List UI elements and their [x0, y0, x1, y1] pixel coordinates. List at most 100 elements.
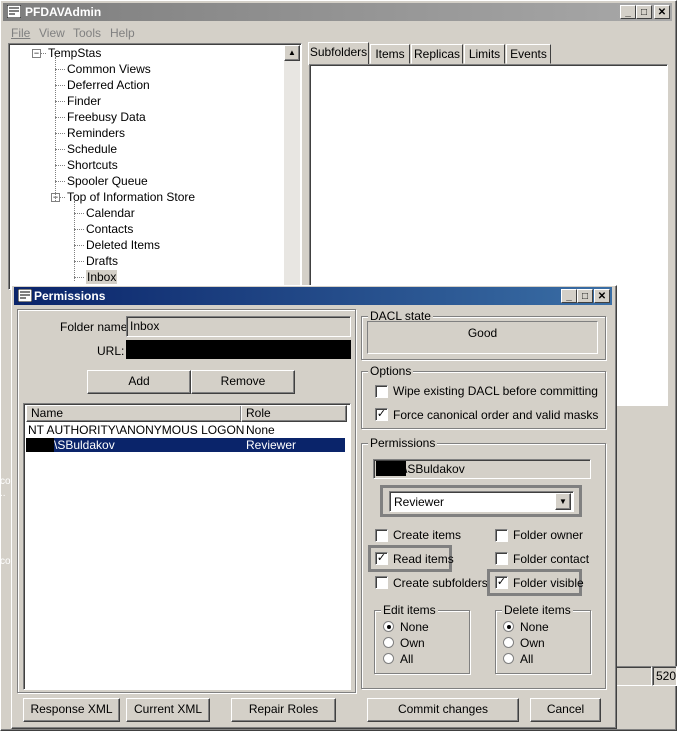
tree-connector: [55, 149, 65, 150]
tree-scrollbar[interactable]: ▲: [284, 45, 300, 288]
dacl-state-value: Good: [467, 326, 498, 340]
tree-connector: [55, 133, 65, 134]
repair-roles-button[interactable]: Repair Roles: [231, 698, 336, 722]
url-redacted: [126, 340, 351, 359]
tree-guide: [55, 57, 56, 201]
current-xml-button[interactable]: Current XML: [126, 698, 210, 722]
menu-tools[interactable]: Tools: [73, 26, 101, 40]
tree-connector: [74, 245, 84, 246]
wipe-dacl-label: Wipe existing DACL before committing: [393, 384, 598, 398]
tree-guide: [74, 201, 75, 281]
commit-changes-button[interactable]: Commit changes: [367, 698, 519, 722]
dacl-state-box: Good: [367, 321, 598, 354]
menu-view[interactable]: View: [39, 26, 65, 40]
list-row[interactable]: NT AUTHORITY\ANONYMOUS LOGON None: [26, 423, 345, 437]
row-name: NT AUTHORITY\ANONYMOUS LOGON: [28, 423, 245, 437]
dialog-icon: [17, 288, 33, 303]
edit-own-radio[interactable]: [383, 637, 394, 648]
folder-contact-label: Folder contact: [513, 552, 590, 566]
list-header-role[interactable]: Role: [241, 405, 347, 422]
tree-item[interactable]: Freebusy Data: [67, 110, 146, 124]
create-items-checkbox[interactable]: [375, 529, 388, 542]
chevron-down-icon[interactable]: ▼: [555, 493, 571, 510]
tree-item[interactable]: Spooler Queue: [67, 174, 148, 188]
row-name: \SBuldakov: [54, 438, 115, 452]
tree-item[interactable]: Deleted Items: [86, 238, 160, 252]
tree-item[interactable]: Deferred Action: [67, 78, 150, 92]
dialog-close-icon[interactable]: ✕: [594, 289, 610, 303]
folder-name-field: Inbox: [126, 316, 351, 337]
tab-items[interactable]: Items: [370, 44, 410, 64]
tree-item[interactable]: Inbox: [86, 270, 118, 284]
delete-own-radio[interactable]: [503, 637, 514, 648]
row-role: None: [246, 423, 275, 437]
permissions-label: Permissions: [368, 436, 438, 450]
tree-connector: [74, 213, 84, 214]
force-canonical-checkbox[interactable]: ✓: [375, 408, 388, 421]
delete-none-radio[interactable]: [503, 621, 514, 632]
desktop-fragment: ..: [0, 488, 6, 499]
menu-help[interactable]: Help: [110, 26, 135, 40]
tree-expander-icon[interactable]: −: [32, 49, 41, 58]
tree-item[interactable]: Calendar: [86, 206, 135, 220]
role-selected-value: Reviewer: [394, 495, 445, 509]
maximize-icon[interactable]: □: [636, 5, 652, 19]
tree-connector: [74, 277, 84, 278]
response-xml-button[interactable]: Response XML: [23, 698, 120, 722]
role-dropdown[interactable]: Reviewer ▼: [389, 491, 574, 512]
menu-file[interactable]: File: [11, 26, 30, 40]
tree-item[interactable]: Drafts: [86, 254, 118, 268]
create-subfolders-label: Create subfolders: [393, 576, 488, 590]
folder-owner-label: Folder owner: [513, 528, 584, 542]
edit-none-label: None: [400, 620, 429, 634]
scroll-up-button[interactable]: ▲: [284, 45, 300, 61]
tab-limits[interactable]: Limits: [464, 44, 505, 64]
permissions-user-field: \SBuldakov: [373, 459, 591, 479]
status-value-box: 520: [652, 666, 677, 686]
minimize-icon[interactable]: _: [620, 5, 636, 19]
tree-item[interactable]: Shortcuts: [67, 158, 118, 172]
folder-visible-label: Folder visible: [513, 576, 584, 590]
wipe-dacl-checkbox[interactable]: [375, 385, 388, 398]
options-label: Options: [368, 364, 414, 378]
main-title-bar: PFDAVAdmin _ □ ✕: [3, 3, 672, 21]
folder-visible-checkbox[interactable]: ✓: [495, 576, 508, 589]
permissions-user-value: \SBuldakov: [404, 462, 465, 476]
main-window-title: PFDAVAdmin: [25, 5, 102, 19]
delete-none-label: None: [520, 620, 549, 634]
edit-items-label: Edit items: [381, 603, 438, 617]
tab-events[interactable]: Events: [506, 44, 551, 64]
tab-replicas[interactable]: Replicas: [411, 44, 463, 64]
tree-item[interactable]: TempStas: [48, 46, 101, 60]
edit-all-radio[interactable]: [383, 653, 394, 664]
status-value: 520: [656, 669, 677, 683]
create-subfolders-checkbox[interactable]: [375, 576, 388, 589]
tree-item[interactable]: Top of Information Store: [67, 190, 195, 204]
dialog-minimize-icon[interactable]: _: [561, 289, 577, 303]
create-items-label: Create items: [393, 528, 462, 542]
tree-item[interactable]: Schedule: [67, 142, 117, 156]
folder-owner-checkbox[interactable]: [495, 529, 508, 542]
cancel-button[interactable]: Cancel: [530, 698, 601, 722]
header-name-label: Name: [31, 406, 64, 420]
edit-none-radio[interactable]: [383, 621, 394, 632]
remove-button[interactable]: Remove: [191, 370, 295, 394]
folder-contact-checkbox[interactable]: [495, 552, 508, 565]
app-icon: [6, 4, 22, 19]
close-icon[interactable]: ✕: [654, 5, 670, 19]
header-role-label: Role: [246, 406, 271, 420]
tree-item[interactable]: Common Views: [67, 62, 151, 76]
tree-connector: [55, 117, 65, 118]
tree-item[interactable]: Finder: [67, 94, 101, 108]
delete-all-radio[interactable]: [503, 653, 514, 664]
tree-item[interactable]: Contacts: [86, 222, 133, 236]
list-header-name[interactable]: Name: [26, 405, 242, 422]
list-row-selected[interactable]: \SBuldakov Reviewer: [25, 437, 346, 453]
dialog-maximize-icon[interactable]: □: [577, 289, 593, 303]
read-items-checkbox[interactable]: ✓: [375, 552, 388, 565]
add-button[interactable]: Add: [87, 370, 191, 394]
tab-subfolders[interactable]: Subfolders: [308, 42, 369, 65]
desktop-fragment: co: [0, 556, 11, 567]
tree-item[interactable]: Reminders: [67, 126, 125, 140]
row-role: Reviewer: [246, 438, 297, 452]
